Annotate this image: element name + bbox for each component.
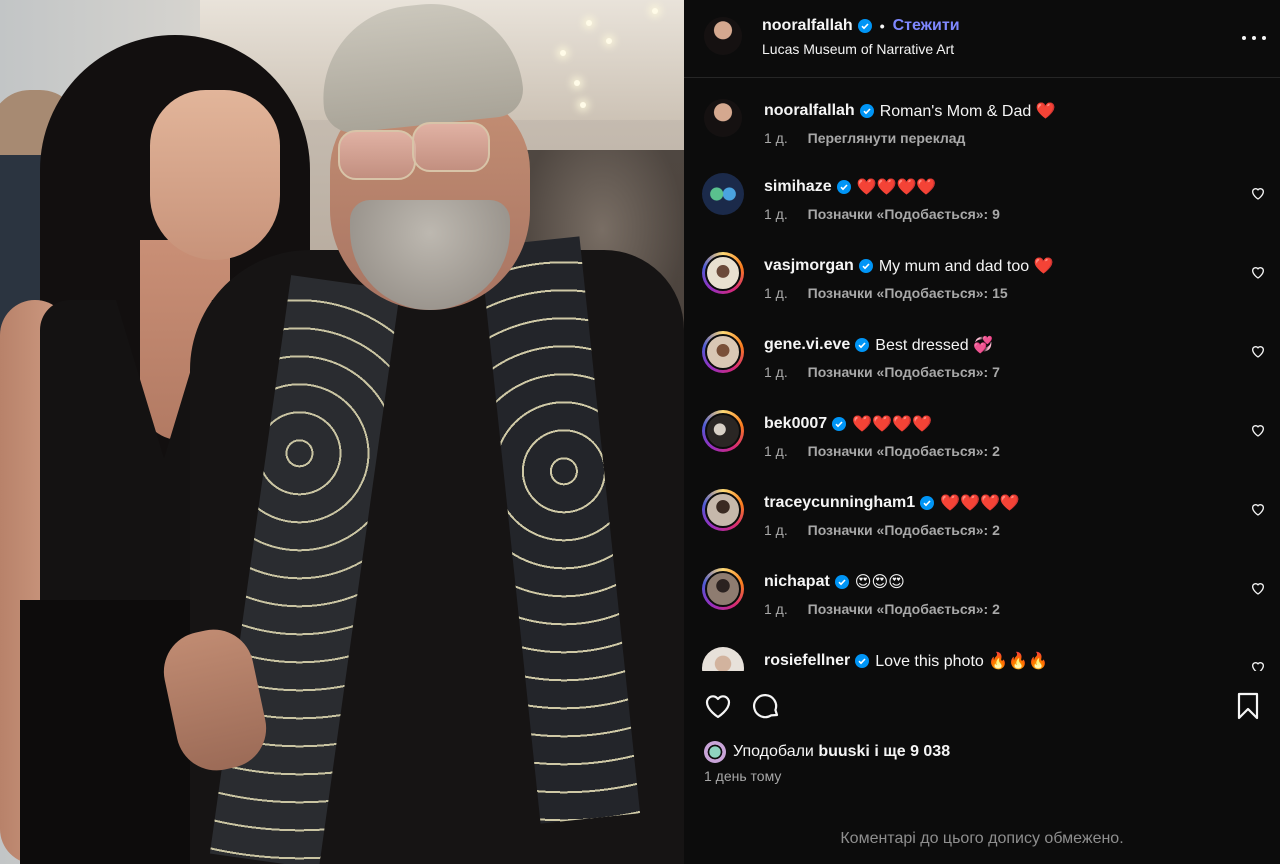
- comment-text: 😍😍😍: [854, 574, 905, 591]
- follow-button[interactable]: Стежити: [893, 17, 960, 35]
- commenter-avatar[interactable]: [702, 489, 744, 531]
- comment-time[interactable]: 1 д.: [764, 443, 788, 459]
- heart-icon[interactable]: [1250, 264, 1266, 280]
- comment-text: Best dressed 💞: [875, 337, 994, 354]
- commenter-username[interactable]: rosiefellner: [764, 652, 850, 670]
- comment-likes-count[interactable]: Позначки «Подобається»: 2: [808, 601, 1000, 617]
- comment-item: bek0007 ❤️❤️❤️❤️ 1 д. Позначки «Подобаєт…: [684, 392, 1280, 471]
- heart-icon[interactable]: [1250, 580, 1266, 596]
- verified-badge-icon: [832, 417, 847, 431]
- heart-icon[interactable]: [1250, 185, 1266, 201]
- commenter-avatar[interactable]: [702, 410, 744, 452]
- commenter-avatar[interactable]: [702, 568, 744, 610]
- verified-badge-icon: [857, 19, 872, 33]
- comment-item: rosiefellner Love this photo 🔥🔥🔥: [684, 629, 1280, 671]
- comment-icon[interactable]: [750, 690, 782, 722]
- comment-time[interactable]: 1 д.: [764, 601, 788, 617]
- commenter-username[interactable]: bek0007: [764, 415, 827, 433]
- comment-item: gene.vi.eve Best dressed 💞 1 д. Позначки…: [684, 313, 1280, 392]
- verified-badge-icon: [920, 496, 935, 510]
- comments-list[interactable]: nooralfallah Roman's Mom & Dad ❤️ 1 д. П…: [684, 79, 1280, 671]
- comment-likes-count[interactable]: Позначки «Подобається»: 15: [808, 285, 1008, 301]
- see-translation-button[interactable]: Переглянути переклад: [808, 130, 966, 146]
- comment-item: traceycunningham1 ❤️❤️❤️❤️ 1 д. Позначки…: [684, 471, 1280, 550]
- heart-icon[interactable]: [1250, 659, 1266, 671]
- more-icon[interactable]: [1242, 28, 1266, 48]
- commenter-username[interactable]: gene.vi.eve: [764, 336, 850, 354]
- verified-badge-icon: [836, 180, 851, 194]
- commenter-avatar[interactable]: [702, 647, 744, 671]
- commenter-avatar[interactable]: [702, 252, 744, 294]
- heart-icon[interactable]: [702, 690, 734, 722]
- separator-dot: •: [879, 18, 885, 34]
- liker-username[interactable]: buuski: [818, 743, 870, 761]
- bookmark-icon[interactable]: [1232, 690, 1264, 722]
- comment-time[interactable]: 1 д.: [764, 364, 788, 380]
- comment-time[interactable]: 1 д.: [764, 522, 788, 538]
- commenter-username[interactable]: traceycunningham1: [764, 494, 915, 512]
- likes-summary[interactable]: Уподобали buuski і ще 9 038: [704, 740, 950, 764]
- commenter-username[interactable]: simihaze: [764, 178, 832, 196]
- post-side-panel: nooralfallah • Стежити Lucas Museum of N…: [684, 0, 1280, 864]
- commenter-username[interactable]: nooralfallah: [764, 102, 855, 120]
- comment-text: Love this photo 🔥🔥🔥: [875, 653, 1048, 670]
- comment-item: nichapat 😍😍😍 1 д. Позначки «Подобається»…: [684, 550, 1280, 629]
- liker-avatar[interactable]: [704, 741, 726, 763]
- post-location[interactable]: Lucas Museum of Narrative Art: [762, 41, 954, 57]
- commenter-username[interactable]: nichapat: [764, 573, 830, 591]
- comment-likes-count[interactable]: Позначки «Подобається»: 2: [808, 443, 1000, 459]
- author-avatar[interactable]: [704, 17, 742, 55]
- likes-count[interactable]: і ще 9 038: [874, 743, 950, 761]
- post-actions-bar: [684, 688, 1280, 728]
- comment-item: simihaze ❤️❤️❤️❤️ 1 д. Позначки «Подобає…: [684, 155, 1280, 234]
- commenter-avatar[interactable]: [704, 99, 742, 137]
- verified-badge-icon: [858, 259, 873, 273]
- comment-time[interactable]: 1 д.: [764, 206, 788, 222]
- comment-text: My mum and dad too ❤️: [878, 258, 1054, 275]
- post-header: nooralfallah • Стежити Lucas Museum of N…: [684, 0, 1280, 78]
- comment-item: nooralfallah Roman's Mom & Dad ❤️ 1 д. П…: [684, 79, 1280, 158]
- post-photo[interactable]: [0, 0, 684, 864]
- comment-time[interactable]: 1 д.: [764, 130, 788, 146]
- comment-text: ❤️❤️❤️❤️: [940, 495, 1020, 512]
- comment-text: ❤️❤️❤️❤️: [852, 416, 932, 433]
- comment-likes-count[interactable]: Позначки «Подобається»: 2: [808, 522, 1000, 538]
- commenter-avatar[interactable]: [702, 331, 744, 373]
- comment-item: vasjmorgan My mum and dad too ❤️ 1 д. По…: [684, 234, 1280, 313]
- verified-badge-icon: [834, 575, 849, 589]
- comment-text: ❤️❤️❤️❤️: [856, 179, 937, 196]
- verified-badge-icon: [855, 338, 870, 352]
- comment-time[interactable]: 1 д.: [764, 285, 788, 301]
- verified-badge-icon: [855, 654, 870, 668]
- comment-likes-count[interactable]: Позначки «Подобається»: 9: [808, 206, 1000, 222]
- heart-icon[interactable]: [1250, 343, 1266, 359]
- comment-likes-count[interactable]: Позначки «Подобається»: 7: [808, 364, 1000, 380]
- comments-limited-notice: Коментарі до цього допису обмежено.: [840, 830, 1124, 847]
- likes-prefix: Уподобали: [733, 743, 814, 760]
- commenter-avatar[interactable]: [702, 173, 744, 215]
- heart-icon[interactable]: [1250, 422, 1266, 438]
- comment-text: Roman's Mom & Dad ❤️: [879, 103, 1056, 120]
- verified-badge-icon: [859, 104, 874, 118]
- heart-icon[interactable]: [1250, 501, 1266, 517]
- commenter-username[interactable]: vasjmorgan: [764, 257, 854, 275]
- post-time[interactable]: 1 день тому: [704, 768, 781, 784]
- author-username[interactable]: nooralfallah: [762, 17, 853, 35]
